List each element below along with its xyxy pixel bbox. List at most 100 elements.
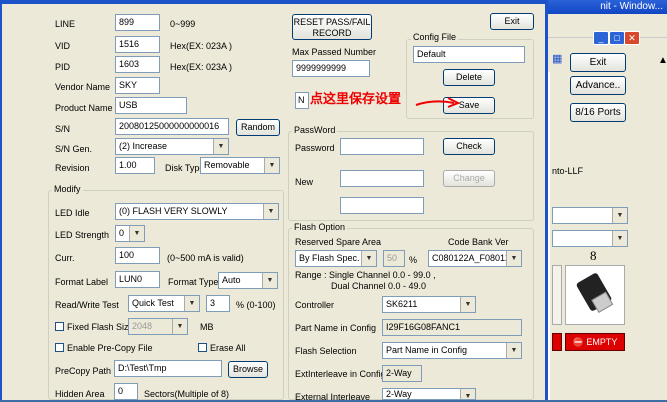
formattype-dropdown[interactable]: Auto: [218, 272, 278, 289]
dialog-title-edge: [0, 0, 548, 4]
eraseall-checkbox[interactable]: [198, 343, 207, 352]
readwrite-dropdown[interactable]: Quick Test: [128, 295, 200, 312]
eraseall-label: Erase All: [210, 343, 246, 353]
ledidle-dropdown[interactable]: (0) FLASH VERY SLOWLY: [115, 203, 279, 220]
exit-button[interactable]: Exit: [490, 13, 534, 30]
readwrite-pct-input[interactable]: 3: [206, 295, 230, 312]
n-field[interactable]: N: [295, 92, 309, 109]
change-button[interactable]: Change: [443, 170, 495, 187]
minimize-icon[interactable]: _: [593, 31, 609, 45]
partname-input: I29F16G08FANC1: [382, 319, 522, 336]
flash-option-title: Flash Option: [292, 222, 348, 232]
usb-drive-icon: [565, 265, 625, 325]
partname-label: Part Name in Config: [295, 323, 377, 333]
product-input[interactable]: USB: [115, 97, 187, 114]
sn-input[interactable]: 20080125000000000016: [115, 118, 229, 135]
ledstrength-label: LED Strength: [55, 230, 110, 240]
disktype-label: Disk Type: [165, 163, 205, 173]
revision-label: Revision: [55, 163, 90, 173]
formattype-label: Format Type: [168, 277, 219, 287]
ledstrength-dropdown[interactable]: 0: [115, 225, 145, 242]
formatlabel-input[interactable]: LUN0: [115, 271, 160, 288]
background-dropdown-1[interactable]: [552, 207, 628, 224]
reserved-dropdown[interactable]: By Flash Spec.: [295, 250, 377, 267]
vid-hint: Hex(EX: 023A ): [170, 41, 233, 51]
empty-button[interactable]: ⛔ EMPTY: [565, 333, 625, 351]
fixedflash-unit: MB: [200, 322, 214, 332]
red-indicator: [552, 333, 562, 351]
red-arrow-icon: [415, 97, 461, 108]
pid-label: PID: [55, 62, 71, 72]
disktype-dropdown[interactable]: Removable: [200, 157, 280, 174]
fixedflash-dropdown[interactable]: 2048: [128, 318, 188, 335]
password-label: Password: [295, 143, 335, 153]
sn-label: S/N: [55, 124, 71, 134]
background-side-text: nto-LLF: [552, 166, 584, 176]
readwrite-label: Read/Write Test: [55, 300, 119, 310]
background-exit-button[interactable]: Exit: [570, 53, 626, 72]
hidden-hint: Sectors(Multiple of 8): [144, 389, 230, 399]
annotation-text: 点这里保存设置: [310, 91, 402, 106]
line-label: LINE: [55, 19, 76, 29]
range-single: Range : Single Channel 0.0 - 99.0 ,: [295, 270, 436, 280]
maxpass-label: Max Passed Number: [292, 47, 377, 57]
random-button[interactable]: Random: [236, 119, 280, 136]
readwrite-hint: % (0-100): [236, 300, 276, 310]
usb-panel-left: [552, 265, 562, 325]
formatlabel-label: Format Label: [55, 277, 109, 287]
pid-hint: Hex(EX: 023A ): [170, 62, 233, 72]
hidden-input[interactable]: 0: [114, 383, 138, 400]
extint-label: ExtInterleave in Config: [295, 369, 386, 379]
sngen-dropdown[interactable]: (2) Increase: [115, 138, 229, 155]
curr-label: Curr.: [55, 253, 75, 263]
precopypath-label: PreCopy Path: [55, 366, 112, 376]
empty-label: EMPTY: [586, 337, 618, 347]
maximize-icon[interactable]: □: [609, 31, 625, 45]
number-eight: 8: [590, 248, 597, 263]
precopy-label: Enable Pre-Copy File: [67, 343, 153, 353]
extint2-label: External Interleave: [295, 392, 371, 402]
browse-button[interactable]: Browse: [228, 361, 268, 378]
pct-sign: %: [409, 255, 418, 265]
curr-input[interactable]: 100: [115, 247, 160, 264]
close-icon[interactable]: ✕: [624, 31, 640, 45]
vendor-label: Vendor Name: [55, 82, 111, 92]
controller-dropdown[interactable]: SK6211: [382, 296, 476, 313]
new-password-input[interactable]: [340, 170, 424, 187]
flashsel-dropdown[interactable]: Part Name in Config: [382, 342, 522, 359]
config-file-input[interactable]: Default: [413, 46, 525, 63]
reset-line-2: RECORD: [312, 28, 352, 38]
delete-button[interactable]: Delete: [443, 69, 495, 86]
ledidle-label: LED Idle: [55, 208, 90, 218]
password-input[interactable]: [340, 138, 424, 155]
precopypath-input[interactable]: D:\Test\Tmp: [114, 360, 222, 377]
pid-input[interactable]: 1603: [115, 56, 160, 73]
scroll-up-icon[interactable]: ▲: [658, 55, 667, 66]
new-label: New: [295, 177, 314, 187]
confirm-password-input[interactable]: [340, 197, 424, 214]
line-input[interactable]: 899: [115, 14, 160, 31]
reserved-label: Reserved Spare Area: [295, 237, 382, 247]
codebank-label: Code Bank Ver: [448, 237, 509, 247]
extint2-dropdown[interactable]: 2-Way: [382, 388, 476, 400]
reset-record-button[interactable]: RESET PASS/FAIL RECORD: [292, 14, 372, 40]
password-title: PassWord: [292, 125, 338, 135]
config-file-title: Config File: [411, 32, 459, 42]
check-button[interactable]: Check: [443, 138, 495, 155]
extint-input: 2-Way: [382, 365, 422, 382]
reserved-pct-input[interactable]: 50: [383, 250, 405, 267]
background-dropdown-2[interactable]: [552, 230, 628, 247]
vid-input[interactable]: 1516: [115, 36, 160, 53]
vendor-input[interactable]: SKY: [115, 77, 160, 94]
revision-input[interactable]: 1.00: [115, 157, 155, 174]
vid-label: VID: [55, 41, 71, 51]
ports-button[interactable]: 8/16 Ports: [570, 103, 626, 122]
flashsel-label: Flash Selection: [295, 346, 357, 356]
sngen-label: S/N Gen.: [55, 144, 93, 154]
precopy-checkbox[interactable]: [55, 343, 64, 352]
codebank-dropdown[interactable]: C080122A_F080122A: [428, 250, 522, 267]
curr-hint: (0~500 mA is valid): [167, 253, 244, 263]
maxpass-input[interactable]: 9999999999: [292, 60, 370, 77]
fixedflash-checkbox[interactable]: [55, 322, 64, 331]
advance-button[interactable]: Advance..: [570, 76, 626, 95]
